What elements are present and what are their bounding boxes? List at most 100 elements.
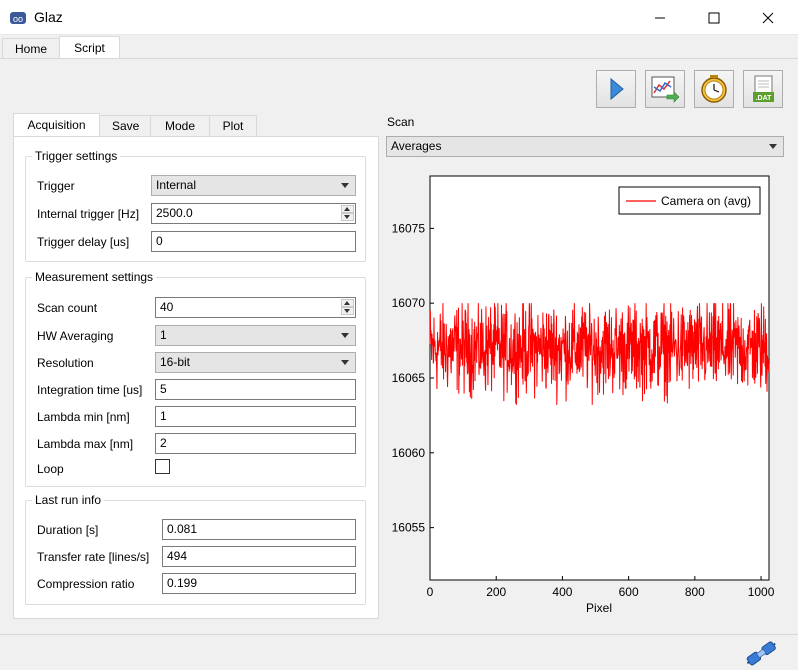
window-title: Glaz <box>34 9 63 25</box>
lambda-max-label: Lambda max [nm] <box>37 437 134 451</box>
timer-icon <box>701 75 727 103</box>
x-tick-label: 400 <box>552 585 572 599</box>
resolution-value: 16-bit <box>160 355 191 369</box>
acquisition-panel: Trigger settings Trigger Internal Intern… <box>13 136 379 619</box>
lambda-min-value: 1 <box>160 409 167 423</box>
tab-save-label: Save <box>112 119 140 133</box>
app-icon: oo <box>10 12 26 24</box>
chevron-down-icon <box>341 183 349 188</box>
spin-buttons[interactable] <box>341 205 354 222</box>
transfer-rate-label: Transfer rate [lines/s] <box>37 550 150 564</box>
scan-select[interactable]: Averages <box>386 136 784 157</box>
integration-time-input[interactable]: 5 <box>155 379 356 400</box>
main-tab-bar: Home Script <box>0 35 798 60</box>
run-button[interactable] <box>596 70 636 108</box>
title-bar: oo Glaz <box>0 0 798 35</box>
tab-plot-label: Plot <box>222 119 244 133</box>
spin-up-icon[interactable] <box>341 205 354 213</box>
y-tick-label: 16060 <box>392 446 426 460</box>
timer-button[interactable] <box>694 70 734 108</box>
tab-mode-label: Mode <box>164 119 196 133</box>
tab-acquisition[interactable]: Acquisition <box>13 113 100 137</box>
compression-ratio-label: Compression ratio <box>37 577 135 591</box>
maximize-button[interactable] <box>688 0 740 35</box>
spin-up-icon[interactable] <box>341 299 354 307</box>
tab-mode[interactable]: Mode <box>150 115 210 137</box>
loop-label: Loop <box>37 462 64 476</box>
y-tick-label: 16075 <box>392 221 426 235</box>
legend-entry: Camera on (avg) <box>661 194 751 208</box>
hw-averaging-label: HW Averaging <box>37 329 114 343</box>
group-title: Measurement settings <box>32 270 157 284</box>
maximize-icon <box>708 12 720 23</box>
y-axis: 16055 16060 16065 16070 16075 <box>392 221 434 535</box>
internal-trigger-spinbox[interactable]: 2500.0 <box>151 203 356 224</box>
resolution-select[interactable]: 16-bit <box>155 352 356 373</box>
tab-script-label: Script <box>74 41 105 55</box>
trigger-settings-group: Trigger settings Trigger Internal Intern… <box>25 149 366 262</box>
spin-buttons[interactable] <box>341 299 354 316</box>
transfer-rate-value: 494 <box>167 549 188 563</box>
scan-count-label: Scan count <box>37 301 98 315</box>
tab-script[interactable]: Script <box>59 36 120 60</box>
tab-home[interactable]: Home <box>2 38 60 60</box>
status-bar <box>0 634 798 670</box>
trigger-delay-label: Trigger delay [us] <box>37 235 130 249</box>
resolution-label: Resolution <box>37 356 94 370</box>
spin-down-icon[interactable] <box>341 307 354 315</box>
chevron-down-icon <box>341 360 349 365</box>
close-icon <box>762 12 774 23</box>
svg-text:oo: oo <box>13 14 23 24</box>
minimize-icon <box>655 17 665 18</box>
y-tick-label: 16065 <box>392 371 426 385</box>
y-tick-label: 16055 <box>392 521 426 535</box>
internal-trigger-value: 2500.0 <box>156 206 193 220</box>
x-axis-label: Pixel <box>586 601 612 615</box>
close-button[interactable] <box>742 0 794 35</box>
loop-checkbox[interactable] <box>155 459 170 474</box>
chart-export-icon <box>651 76 680 103</box>
chart-export-button[interactable] <box>645 70 685 108</box>
trigger-label: Trigger <box>37 179 75 193</box>
duration-field[interactable]: 0.081 <box>162 519 356 540</box>
hw-averaging-select[interactable]: 1 <box>155 325 356 346</box>
scan-label: Scan <box>387 115 415 129</box>
legend: Camera on (avg) <box>618 186 761 215</box>
tab-plot[interactable]: Plot <box>209 115 257 137</box>
save-dat-button[interactable]: .DAT <box>743 70 783 108</box>
transfer-rate-field[interactable]: 494 <box>162 546 356 567</box>
integration-time-value: 5 <box>160 382 167 396</box>
group-title: Trigger settings <box>32 149 121 163</box>
lambda-min-label: Lambda min [nm] <box>37 410 130 424</box>
minimize-button[interactable] <box>634 0 686 35</box>
tab-acquisition-label: Acquisition <box>27 118 86 132</box>
tab-save[interactable]: Save <box>99 115 151 137</box>
play-icon <box>610 77 624 101</box>
lambda-max-input[interactable]: 2 <box>155 433 356 454</box>
spin-down-icon[interactable] <box>341 213 354 221</box>
scan-select-value: Averages <box>391 139 442 153</box>
x-tick-label: 1000 <box>748 585 775 599</box>
compression-ratio-field[interactable]: 0.199 <box>162 573 356 594</box>
connection-icon[interactable] <box>744 639 778 667</box>
scan-plot[interactable]: 16055 16060 16065 16070 16075 0 200 400 600 800 1… <box>386 160 784 622</box>
lambda-min-input[interactable]: 1 <box>155 406 356 427</box>
chevron-down-icon <box>769 144 777 149</box>
scan-count-spinbox[interactable]: 40 <box>155 297 356 318</box>
chevron-down-icon <box>341 333 349 338</box>
trigger-delay-input[interactable]: 0 <box>151 231 356 252</box>
hw-averaging-value: 1 <box>160 328 167 342</box>
duration-label: Duration [s] <box>37 523 99 537</box>
last-run-info-group: Last run info Duration [s] 0.081 Transfe… <box>25 493 366 605</box>
group-title: Last run info <box>32 493 105 507</box>
lambda-max-value: 2 <box>160 436 167 450</box>
duration-value: 0.081 <box>167 522 198 536</box>
svg-text:.DAT: .DAT <box>756 95 773 102</box>
internal-trigger-label: Internal trigger [Hz] <box>37 207 140 221</box>
trigger-select[interactable]: Internal <box>151 175 356 196</box>
trigger-delay-value: 0 <box>156 234 163 248</box>
scan-count-value: 40 <box>160 300 174 314</box>
tab-home-label: Home <box>15 42 48 56</box>
x-tick-label: 0 <box>427 585 434 599</box>
x-tick-label: 600 <box>619 585 639 599</box>
